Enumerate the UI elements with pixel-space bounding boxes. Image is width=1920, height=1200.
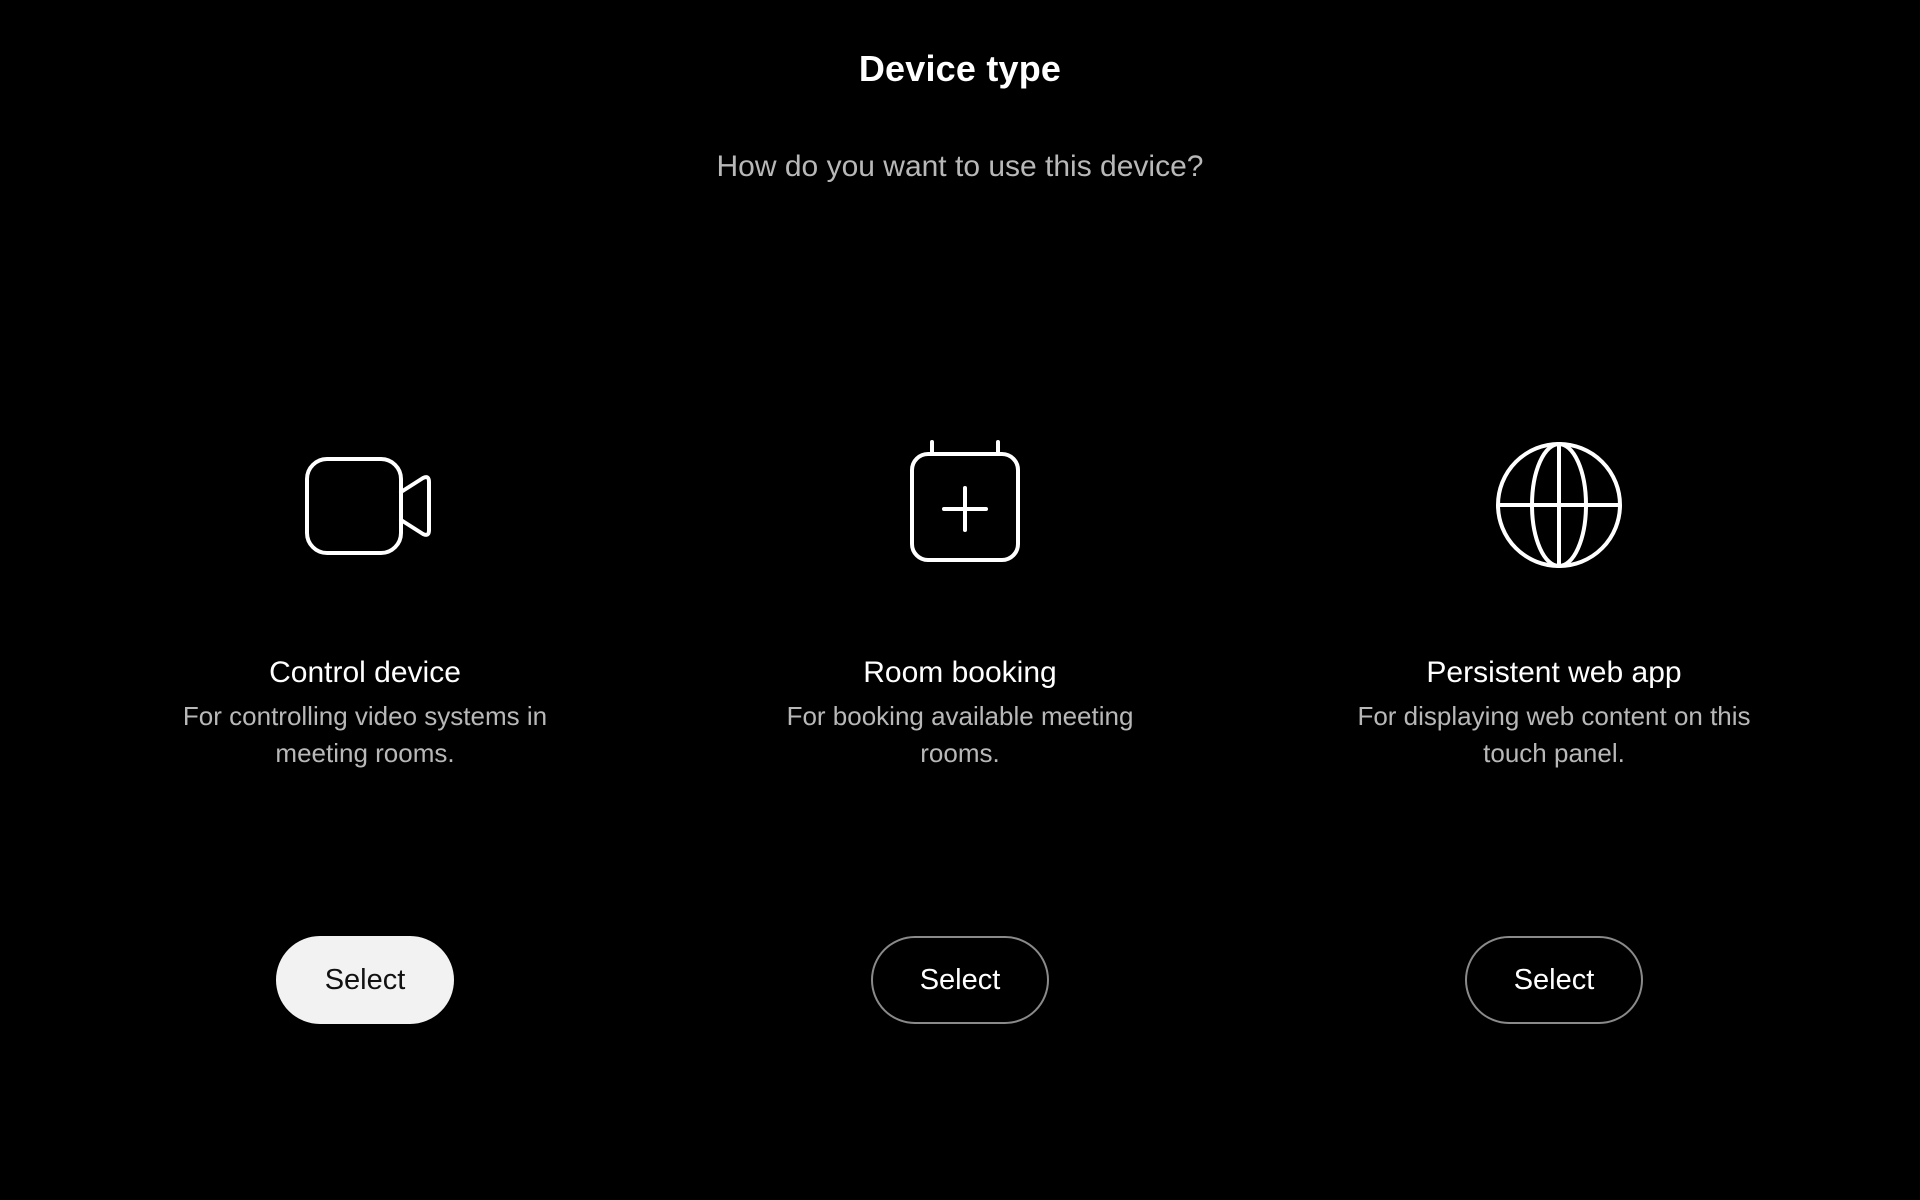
option-control-device: Control device For controlling video sys… bbox=[105, 440, 625, 1040]
select-control-device-button[interactable]: Select bbox=[276, 936, 454, 1024]
page-title: Device type bbox=[858, 48, 1062, 89]
option-description: For booking available meeting rooms. bbox=[786, 701, 1134, 768]
option-title: Control device bbox=[269, 656, 461, 689]
option-description: For displaying web content on this touch… bbox=[1357, 701, 1751, 768]
option-room-booking: Room booking For booking available meeti… bbox=[700, 440, 1220, 1040]
calendar-add-icon bbox=[900, 440, 1030, 570]
option-persistent-web-app: Persistent web app For displaying web co… bbox=[1294, 440, 1814, 1040]
select-room-booking-button[interactable]: Select bbox=[871, 936, 1049, 1024]
device-type-screen: Device type How do you want to use this … bbox=[0, 0, 1920, 1200]
option-description: For controlling video systems in meeting… bbox=[182, 701, 548, 768]
option-title: Persistent web app bbox=[1426, 656, 1682, 689]
video-camera-icon bbox=[305, 440, 435, 570]
globe-icon bbox=[1494, 440, 1624, 570]
select-persistent-web-app-button[interactable]: Select bbox=[1465, 936, 1643, 1024]
page-subtitle: How do you want to use this device? bbox=[716, 150, 1204, 183]
option-title: Room booking bbox=[863, 656, 1057, 689]
